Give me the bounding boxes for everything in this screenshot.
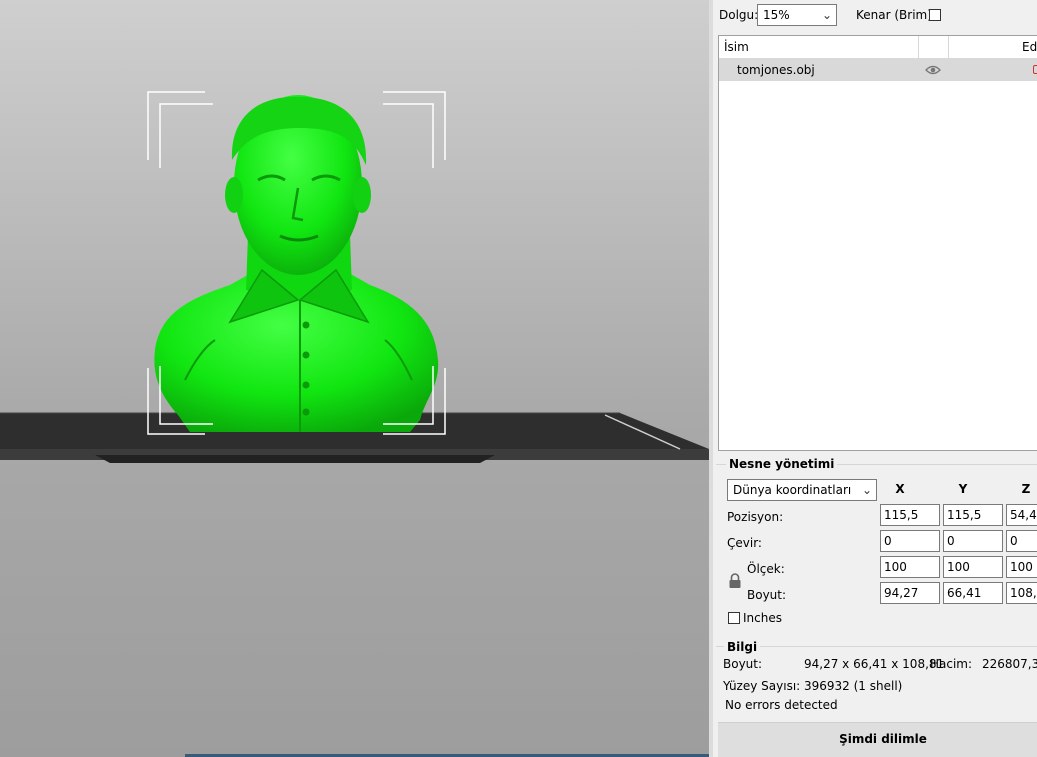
- column-separator: [948, 36, 949, 58]
- object-manipulation-title: Nesne yönetimi: [726, 457, 838, 471]
- position-x-input[interactable]: 115,5: [880, 504, 940, 526]
- 3d-viewport[interactable]: [0, 0, 709, 757]
- infill-select[interactable]: 15% ⌄: [757, 4, 837, 26]
- chevron-down-icon: ⌄: [821, 8, 832, 22]
- model-bust[interactable]: [154, 95, 439, 432]
- object-name: tomjones.obj: [737, 63, 815, 77]
- right-sidebar: Dolgu: 15% ⌄ Kenar (Brim): İsim Edit tom…: [709, 0, 1037, 757]
- scene-canvas[interactable]: [0, 0, 709, 757]
- slice-now-button[interactable]: Şimdi dilimle: [718, 722, 1037, 757]
- list-item[interactable]: tomjones.obj: [719, 59, 1037, 81]
- object-list-header: İsim Edit: [719, 36, 1037, 59]
- info-volume-value: 226807,39: [982, 657, 1037, 671]
- rotation-z-input[interactable]: 0: [1006, 530, 1037, 552]
- info-volume-label: Hacim:: [930, 657, 973, 671]
- scale-label: Ölçek:: [747, 562, 785, 576]
- scale-y-input[interactable]: 100: [943, 556, 1003, 578]
- axis-z-label: Z: [1021, 482, 1031, 496]
- scale-x-input[interactable]: 100: [880, 556, 940, 578]
- scale-z-input[interactable]: 100: [1006, 556, 1037, 578]
- info-size-label: Boyut:: [723, 657, 763, 671]
- lock-icon[interactable]: [728, 573, 742, 592]
- axis-x-label: X: [895, 482, 905, 496]
- infill-label: Dolgu:: [719, 8, 759, 22]
- object-list[interactable]: İsim Edit tomjones.obj: [718, 35, 1037, 451]
- position-z-input[interactable]: 54,41: [1006, 504, 1037, 526]
- brim-label: Kenar (Brim):: [856, 8, 936, 22]
- size-y-input[interactable]: 66,41: [943, 582, 1003, 604]
- position-label: Pozisyon:: [727, 510, 784, 524]
- coordinate-system-select[interactable]: Dünya koordinatları ⌄: [727, 479, 877, 501]
- info-errors-text: No errors detected: [725, 698, 838, 712]
- eye-icon[interactable]: [925, 63, 941, 80]
- inches-checkbox[interactable]: [728, 612, 740, 624]
- size-x-input[interactable]: 94,27: [880, 582, 940, 604]
- column-separator: [918, 36, 919, 58]
- info-size-value: 94,27 x 66,41 x 108,81: [804, 657, 945, 671]
- column-name-header[interactable]: İsim: [724, 40, 749, 54]
- inches-label: Inches: [743, 611, 782, 625]
- infill-value: 15%: [763, 8, 790, 22]
- rotation-label: Çevir:: [727, 536, 762, 550]
- size-label: Boyut:: [747, 588, 787, 602]
- info-facets-label: Yüzey Sayısı:: [723, 679, 801, 693]
- position-y-input[interactable]: 115,5: [943, 504, 1003, 526]
- info-title: Bilgi: [724, 640, 761, 654]
- column-editing-header[interactable]: Edit: [1022, 40, 1037, 54]
- size-z-input[interactable]: 108,81: [1006, 582, 1037, 604]
- rotation-y-input[interactable]: 0: [943, 530, 1003, 552]
- rotation-x-input[interactable]: 0: [880, 530, 940, 552]
- axis-y-label: Y: [958, 482, 968, 496]
- edit-icon[interactable]: [1033, 65, 1037, 74]
- info-facets-value: 396932 (1 shell): [804, 679, 903, 693]
- brim-checkbox[interactable]: [929, 9, 941, 21]
- coordinate-system-value: Dünya koordinatları: [733, 483, 852, 497]
